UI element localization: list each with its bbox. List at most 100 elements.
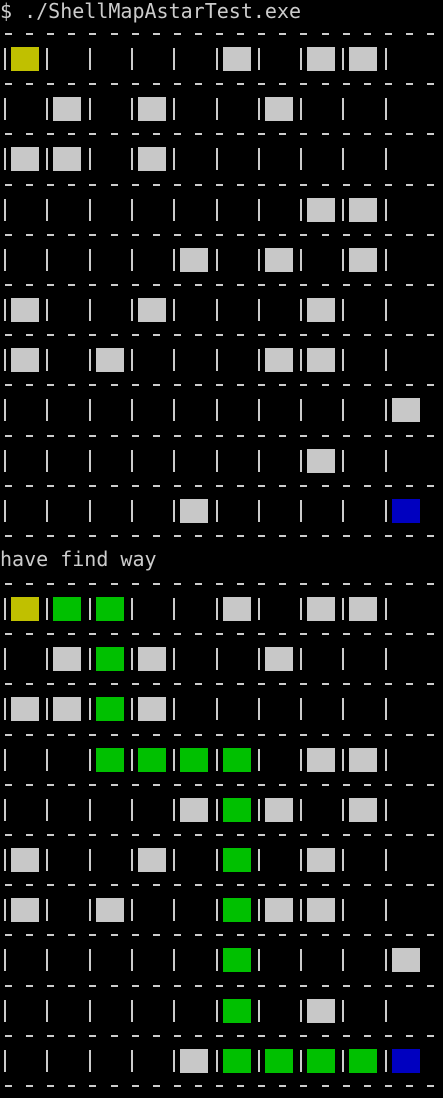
- grid-separator: [342, 148, 345, 171]
- grid-dash: [5, 1085, 12, 1087]
- empty-cell: [11, 449, 39, 473]
- grid-dash: [279, 583, 287, 585]
- grid-dash: [194, 384, 202, 387]
- empty-cell: [96, 499, 124, 523]
- grid-dash: [194, 934, 202, 937]
- empty-cell: [265, 948, 293, 972]
- grid-row: [0, 697, 443, 723]
- grid-separator: [257, 899, 260, 922]
- grid-separator: [300, 899, 303, 922]
- grid-dash: [279, 633, 287, 636]
- grid-dash: [110, 783, 118, 786]
- grid-separator: [257, 499, 260, 522]
- empty-cell: [349, 647, 377, 671]
- grid-separator: [130, 98, 133, 121]
- grid-dash: [173, 284, 181, 286]
- empty-cell: [223, 97, 251, 121]
- obstacle-cell: [264, 348, 293, 373]
- empty-cell: [96, 198, 124, 222]
- grid-dash: [237, 633, 245, 636]
- grid-separator: [88, 598, 91, 620]
- empty-cell: [392, 898, 420, 922]
- grid-dash: [26, 384, 34, 387]
- grid-dash: [26, 783, 34, 786]
- empty-cell: [223, 248, 251, 272]
- obstacle-cell: [349, 47, 378, 71]
- grid-dash: [47, 183, 55, 186]
- grid-dash: [89, 434, 97, 437]
- grid-dash-row: [0, 384, 443, 387]
- grid-separator: [215, 598, 218, 620]
- obstacle-cell: [349, 797, 378, 822]
- status-message: have find way: [0, 547, 157, 571]
- grid-dash: [131, 783, 139, 786]
- grid-dash: [405, 834, 413, 836]
- grid-dash: [173, 33, 181, 35]
- grid-separator: [46, 849, 49, 871]
- grid-dash: [152, 183, 160, 186]
- grid-separator: [173, 248, 176, 271]
- grid-dash: [152, 884, 160, 887]
- grid-dash: [321, 535, 329, 537]
- grid-dash: [279, 33, 287, 35]
- grid-dash: [194, 884, 202, 887]
- empty-cell: [392, 798, 420, 822]
- grid-dash: [384, 484, 392, 487]
- empty-cell: [265, 697, 293, 721]
- grid-dash: [258, 884, 266, 887]
- grid-dash: [110, 384, 118, 387]
- grid-separator: [173, 98, 176, 121]
- grid-separator: [300, 48, 303, 70]
- grid-dash: [47, 1034, 55, 1037]
- grid-separator: [215, 148, 218, 171]
- grid-dash: [342, 133, 350, 136]
- grid-dash: [194, 334, 202, 337]
- grid-dash: [89, 1034, 97, 1037]
- empty-cell: [392, 999, 420, 1023]
- grid-dash: [342, 183, 350, 186]
- grid-dash: [216, 133, 223, 136]
- grid-separator: [173, 299, 176, 321]
- grid-dash: [131, 183, 139, 186]
- grid-dash: [68, 934, 76, 937]
- grid-dash: [237, 583, 245, 585]
- grid-dash: [173, 133, 181, 136]
- grid-dash: [194, 984, 202, 987]
- empty-cell: [96, 449, 124, 473]
- grid-dash: [5, 384, 12, 387]
- grid-dash: [279, 834, 287, 836]
- empty-cell: [265, 499, 293, 523]
- grid-dash: [258, 633, 266, 636]
- grid-row: [0, 298, 443, 324]
- grid-dash: [363, 1034, 371, 1037]
- grid-dash: [173, 733, 181, 736]
- obstacle-cell: [307, 197, 336, 222]
- grid-dash: [427, 934, 434, 937]
- grid-dash: [89, 633, 97, 636]
- grid-dash: [5, 934, 12, 937]
- grid-dash-row: [0, 733, 443, 736]
- empty-cell: [53, 999, 81, 1023]
- grid-dash: [321, 434, 329, 437]
- grid-dash: [47, 484, 55, 487]
- grid-dash: [300, 484, 308, 487]
- empty-cell: [53, 398, 81, 422]
- empty-cell: [96, 848, 124, 872]
- empty-cell: [11, 999, 39, 1023]
- empty-cell: [11, 499, 39, 523]
- empty-cell: [349, 298, 377, 322]
- empty-cell: [11, 248, 39, 272]
- grid-dash: [342, 834, 350, 836]
- grid-dash: [173, 583, 181, 585]
- grid-separator: [257, 849, 260, 871]
- empty-cell: [392, 248, 420, 272]
- grid-dash: [89, 884, 97, 887]
- grid-dash: [68, 334, 76, 337]
- grid-dash: [5, 834, 12, 836]
- grid-dash: [216, 1034, 223, 1037]
- empty-cell: [11, 748, 39, 772]
- grid-dash: [26, 834, 34, 836]
- empty-cell: [138, 597, 166, 621]
- grid-dash: [5, 984, 12, 987]
- empty-cell: [96, 298, 124, 322]
